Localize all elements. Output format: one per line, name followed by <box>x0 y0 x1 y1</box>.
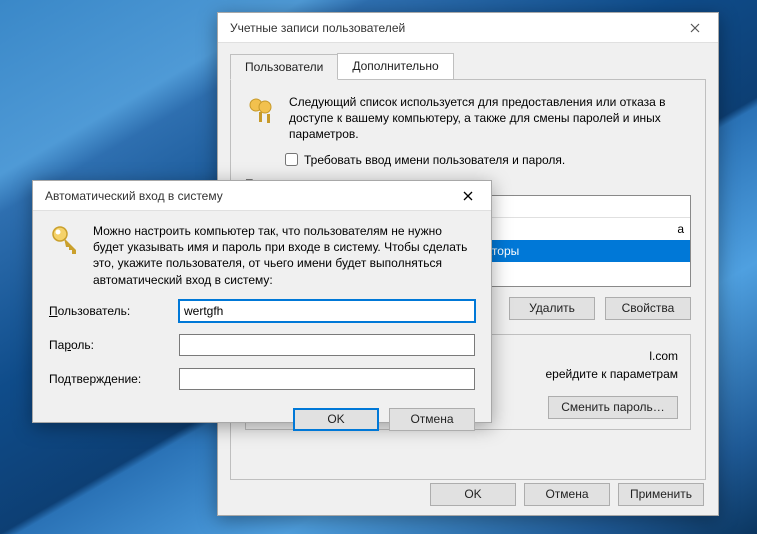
tab-strip: Пользователи Дополнительно <box>230 53 706 80</box>
require-credentials-checkbox[interactable] <box>285 153 298 166</box>
tab-advanced[interactable]: Дополнительно <box>337 53 453 79</box>
close-icon <box>690 23 700 33</box>
dialog-title: Автоматический вход в систему <box>45 189 223 203</box>
intro-text: Можно настроить компьютер так, что польз… <box>93 223 475 288</box>
confirm-password-field[interactable] <box>179 368 475 390</box>
confirm-label: Подтверждение: <box>49 372 169 386</box>
require-credentials-label: Требовать ввод имени пользователя и паро… <box>304 153 565 167</box>
apply-button[interactable]: Применить <box>618 483 704 506</box>
username-field[interactable] <box>179 300 475 322</box>
cancel-button[interactable]: Отмена <box>524 483 610 506</box>
dialog-title: Учетные записи пользователей <box>230 21 405 35</box>
cancel-button[interactable]: Отмена <box>389 408 475 431</box>
key-icon <box>49 223 81 288</box>
tab-users[interactable]: Пользователи <box>230 54 338 80</box>
dialog-bottom-bar: OK Отмена Применить <box>218 473 718 515</box>
change-password-button[interactable]: Сменить пароль… <box>548 396 678 419</box>
close-button[interactable] <box>445 181 491 210</box>
intro-text: Следующий список используется для предос… <box>289 94 691 143</box>
title-bar: Учетные записи пользователей <box>218 13 718 43</box>
ok-button[interactable]: OK <box>293 408 379 431</box>
user-label: Пользователь: <box>49 304 169 318</box>
password-label: Пароль: <box>49 338 169 352</box>
users-keys-icon <box>245 94 277 129</box>
properties-button[interactable]: Свойства <box>605 297 691 320</box>
ok-button[interactable]: OK <box>430 483 516 506</box>
close-icon <box>463 191 473 201</box>
close-button[interactable] <box>672 13 718 42</box>
password-field[interactable] <box>179 334 475 356</box>
auto-logon-dialog: Автоматический вход в систему Можно наст… <box>32 180 492 423</box>
title-bar: Автоматический вход в систему <box>33 181 491 211</box>
remove-button[interactable]: Удалить <box>509 297 595 320</box>
